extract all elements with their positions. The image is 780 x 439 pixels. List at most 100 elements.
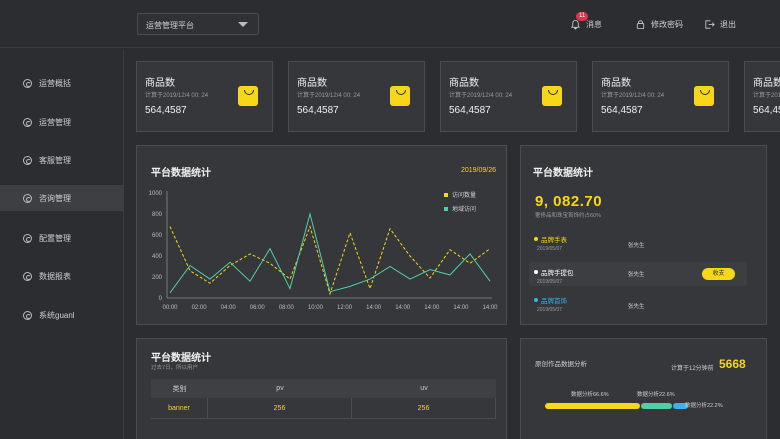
series-line-1 — [169, 225, 491, 296]
top-bar: 运营管理平台 11 消息 修改密码 退出 — [0, 0, 780, 48]
stat-title: 商品数 — [449, 78, 479, 89]
y-tick-label: 1000 — [149, 191, 163, 197]
data-table: 类别 pv uv banner 256 256 — [151, 379, 496, 419]
change-password-label: 修改密码 — [651, 20, 683, 29]
summary-big-number: 9, 082.70 — [535, 193, 603, 210]
sidebar-item-overview[interactable]: 运营概括 — [0, 70, 124, 96]
table-row[interactable]: banner 256 256 — [151, 398, 496, 419]
stat-card: 商品数 计算于2019/12/4 00: 24 564,4587 — [288, 61, 425, 132]
table-title: 平台数据统计 — [151, 353, 211, 364]
logout-icon — [705, 20, 715, 29]
timeline-item: 品牌手表 2019/05/07 张先生 — [529, 234, 747, 252]
chevron-down-icon — [238, 22, 248, 27]
timeline-name: 品牌手提包 — [541, 270, 574, 277]
line-chart: 1000 800 600 400 200 0 00:00 02:00 04:00 06:00 08:… — [149, 191, 498, 311]
table-header-cell: uv — [420, 385, 428, 392]
stat-subtitle: 计算于2019/12/4 00: 24 — [601, 93, 665, 99]
sidebar-item-config[interactable]: 配置管理 — [0, 225, 124, 251]
copyright-icon — [23, 233, 32, 243]
analysis-title: 原创作品数据分析 — [535, 361, 587, 368]
timeline-item-active[interactable]: 品牌手提包 2019/05/07 张先生 收支 — [529, 262, 747, 286]
x-tick-label: 04:00 — [221, 305, 237, 311]
x-tick-label: 06:00 — [250, 305, 266, 311]
shopping-bag-icon — [694, 86, 714, 106]
lock-icon — [636, 20, 645, 30]
copyright-icon — [23, 155, 32, 165]
payment-button[interactable]: 收支 — [702, 268, 735, 280]
stat-value: 564,4587 — [753, 105, 780, 116]
y-tick-label: 200 — [152, 275, 163, 281]
sidebar-item-system[interactable]: 系统guanl — [0, 302, 124, 328]
logout-button[interactable]: 退出 — [704, 19, 736, 30]
sidebar-item-label: 数据报表 — [39, 271, 71, 281]
shopping-bag-icon — [390, 86, 410, 106]
table-panel: 平台数据统计 过去7日，所以用户 类别 pv uv banner 256 256 — [136, 338, 507, 439]
summary-panel: 平台数据统计 9, 082.70 奢侈品和珠宝首饰约占60% 品牌手表 2019… — [520, 145, 767, 325]
timeline-item: 品牌首饰 2019/05/07 张先生 — [529, 295, 747, 313]
shopping-bag-icon — [238, 86, 258, 106]
change-password-button[interactable]: 修改密码 — [635, 19, 683, 30]
table-header: 类别 pv uv — [151, 379, 496, 398]
analysis-calc-label: 计算于12分钟前 — [671, 366, 714, 372]
platform-select-value: 运营管理平台 — [146, 21, 194, 30]
timeline-name: 品牌首饰 — [541, 298, 567, 305]
timeline-person: 张先生 — [628, 304, 645, 310]
segment-1 — [545, 403, 640, 409]
stat-title: 商品数 — [297, 78, 327, 89]
copyright-icon — [23, 78, 32, 88]
x-tick-label: 02:00 — [192, 305, 208, 311]
table-cell: 256 — [352, 398, 496, 418]
table-cell: 256 — [208, 398, 352, 418]
sidebar-item-operations[interactable]: 运营管理 — [0, 109, 124, 135]
x-tick-label: 14:00 — [482, 305, 498, 311]
platform-select[interactable]: 运营管理平台 — [137, 13, 259, 35]
sidebar-item-label: 运营管理 — [39, 117, 71, 127]
logout-label: 退出 — [720, 20, 736, 29]
stat-value: 564,4587 — [145, 105, 187, 116]
timeline-dot — [534, 237, 538, 241]
sidebar-item-label: 配置管理 — [39, 233, 71, 243]
copyright-icon — [23, 117, 32, 127]
timeline-person: 张先生 — [628, 272, 645, 278]
x-tick-label: 00:00 — [162, 305, 178, 311]
timeline-dot — [534, 270, 538, 274]
analysis-panel: 原创作品数据分析 计算于12分钟前 5668 数据分析66.6% 数据分析22.6… — [520, 338, 767, 439]
summary-caption: 奢侈品和珠宝首饰约占60% — [535, 213, 602, 219]
segment-2 — [640, 403, 673, 409]
y-tick-label: 0 — [159, 296, 163, 302]
y-tick-label: 800 — [152, 212, 163, 218]
series-line-2 — [169, 212, 491, 294]
sidebar-item-label: 系统guanl — [39, 310, 75, 320]
copyright-icon — [23, 310, 32, 320]
copyright-icon — [23, 193, 32, 203]
x-tick-label: 14:00 — [395, 305, 411, 311]
stat-value: 564,4587 — [449, 105, 491, 116]
x-tick-label: 14:00 — [366, 305, 382, 311]
stat-subtitle: 计算于2019/12/4 00: 24 — [297, 93, 361, 99]
sidebar-item-consulting[interactable]: 咨询管理 — [0, 185, 124, 211]
analysis-value: 5668 — [719, 357, 746, 371]
stat-card: 商品数 计算于2019/12/4 00: 24 564,4587 — [440, 61, 577, 132]
stat-subtitle: 计算于2019/12/4 00: 24 — [753, 93, 780, 99]
sidebar-item-label: 客服管理 — [39, 155, 71, 165]
sidebar-item-label: 咨询管理 — [39, 193, 71, 203]
timeline-dot — [534, 298, 538, 302]
timeline-name: 品牌手表 — [541, 237, 567, 244]
stat-subtitle: 计算于2019/12/4 00: 24 — [145, 93, 209, 99]
stat-subtitle: 计算于2019/12/4 00: 24 — [449, 93, 513, 99]
segment-label: 数据分析22.6% — [637, 392, 675, 398]
x-tick-label: 12:00 — [337, 305, 353, 311]
table-cell: banner — [151, 398, 208, 418]
notifications-button[interactable]: 11 消息 — [570, 12, 602, 30]
x-tick-label: 14:00 — [424, 305, 440, 311]
stat-value: 564,4587 — [601, 105, 643, 116]
notification-count-badge: 11 — [576, 12, 589, 21]
table-header-cell: 类别 — [172, 385, 187, 393]
sidebar-item-customer-service[interactable]: 客服管理 — [0, 147, 124, 173]
y-tick-label: 600 — [152, 233, 163, 239]
stat-card: 商品数 计算于2019/12/4 00: 24 564,4587 — [592, 61, 729, 132]
table-subtitle: 过去7日，所以用户 — [151, 365, 199, 371]
shopping-bag-icon — [542, 86, 562, 106]
sidebar-item-reports[interactable]: 数据报表 — [0, 263, 124, 289]
summary-title: 平台数据统计 — [533, 168, 593, 179]
